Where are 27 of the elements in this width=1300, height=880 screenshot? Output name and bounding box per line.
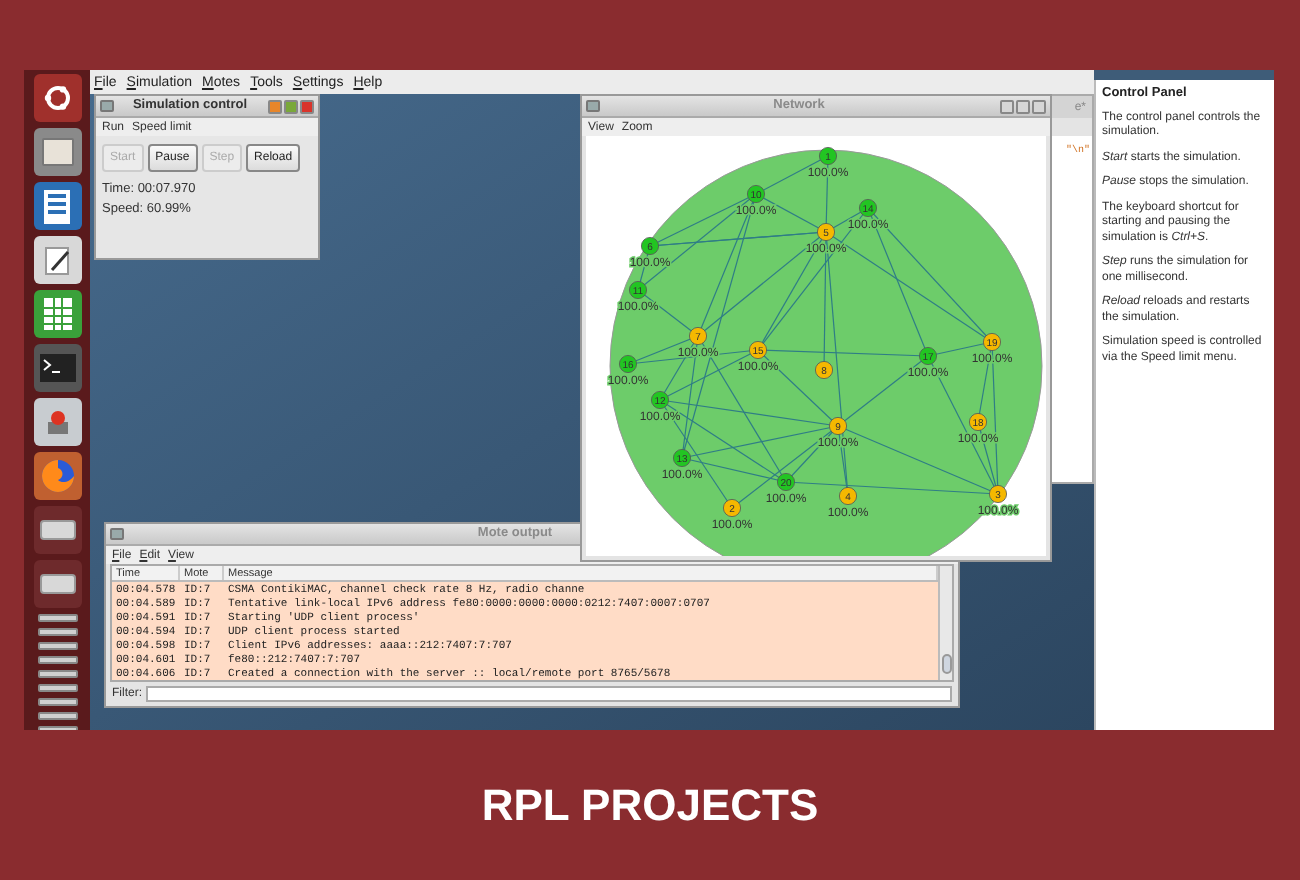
spreadsheet-icon[interactable] [33,290,81,338]
terminal-icon[interactable] [33,344,81,392]
drive-icon[interactable] [37,712,77,720]
minimize-icon[interactable] [1000,99,1014,113]
drive-icon[interactable] [37,656,77,664]
drive-icon[interactable] [33,506,81,554]
banner-title: RPL PROJECTS [481,783,819,827]
drive-icon[interactable] [37,642,77,650]
document-icon[interactable] [33,182,81,230]
drive-icon[interactable] [37,614,77,622]
close-icon[interactable] [300,99,314,113]
close-icon[interactable] [1032,99,1046,113]
filter-input-field[interactable] [146,686,952,702]
drive-icon[interactable] [37,684,77,692]
minimize-icon[interactable] [268,99,282,113]
drive-icon[interactable] [37,670,77,678]
maximize-icon[interactable] [1016,99,1030,113]
text-editor-icon[interactable] [33,236,81,284]
browser-icon[interactable] [33,452,81,500]
ubuntu-logo-icon[interactable] [33,74,81,122]
app-icon[interactable] [33,398,81,446]
drive-icon[interactable] [33,560,81,608]
maximize-icon[interactable] [284,99,298,113]
drive-icon[interactable] [37,698,77,706]
scrollbar[interactable] [938,566,952,680]
drive-icon[interactable] [37,628,77,636]
file-cabinet-icon[interactable] [33,128,81,176]
